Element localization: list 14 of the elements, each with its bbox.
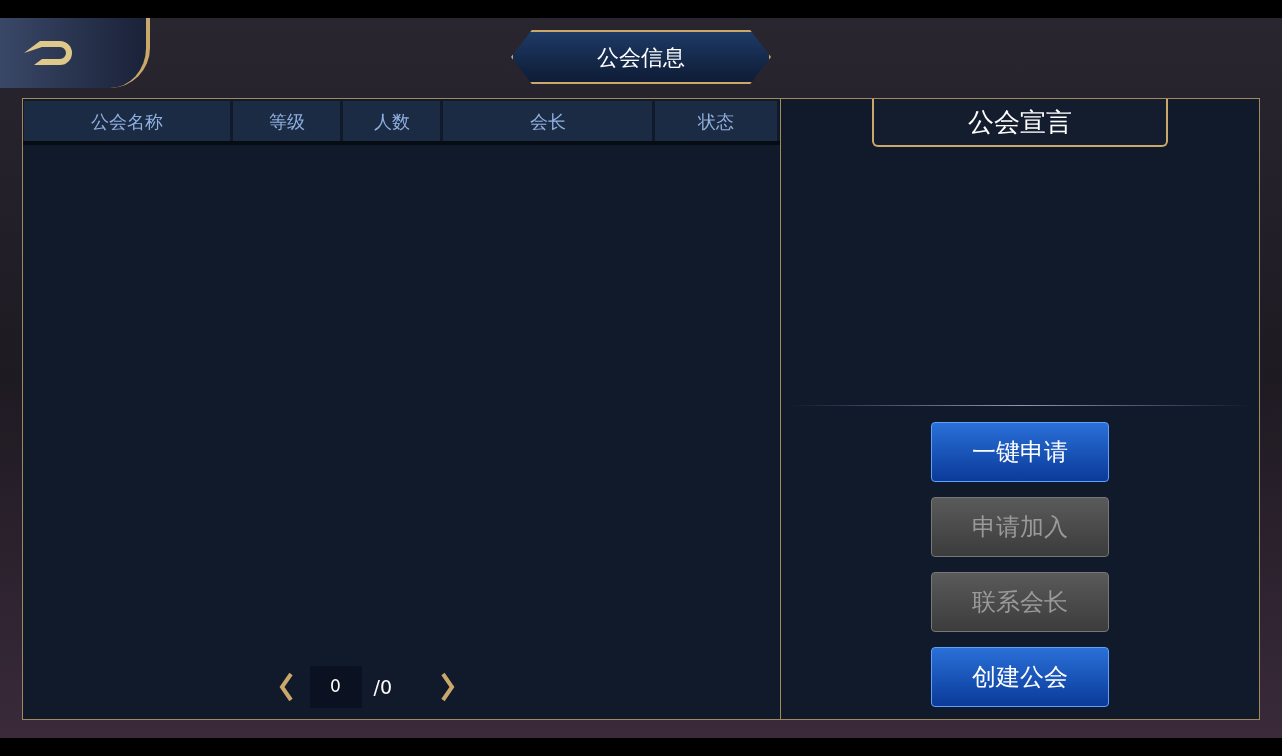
column-header: 状态 <box>655 101 777 141</box>
declaration-header: 公会宣言 <box>872 99 1168 147</box>
window-title: 公会信息 <box>511 30 771 84</box>
column-header: 人数 <box>343 101 440 141</box>
column-header: 公会名称 <box>24 101 230 141</box>
chevron-right-icon <box>440 672 455 702</box>
column-header: 等级 <box>233 101 340 141</box>
chevron-left-icon <box>278 672 293 702</box>
back-button[interactable] <box>0 18 150 88</box>
action-button[interactable]: 一键申请 <box>931 422 1109 482</box>
page-total: /0 <box>373 674 393 700</box>
page-number-field[interactable]: 0 <box>309 666 362 708</box>
action-button[interactable]: 创建公会 <box>931 647 1109 707</box>
column-header: 会长 <box>443 101 652 141</box>
